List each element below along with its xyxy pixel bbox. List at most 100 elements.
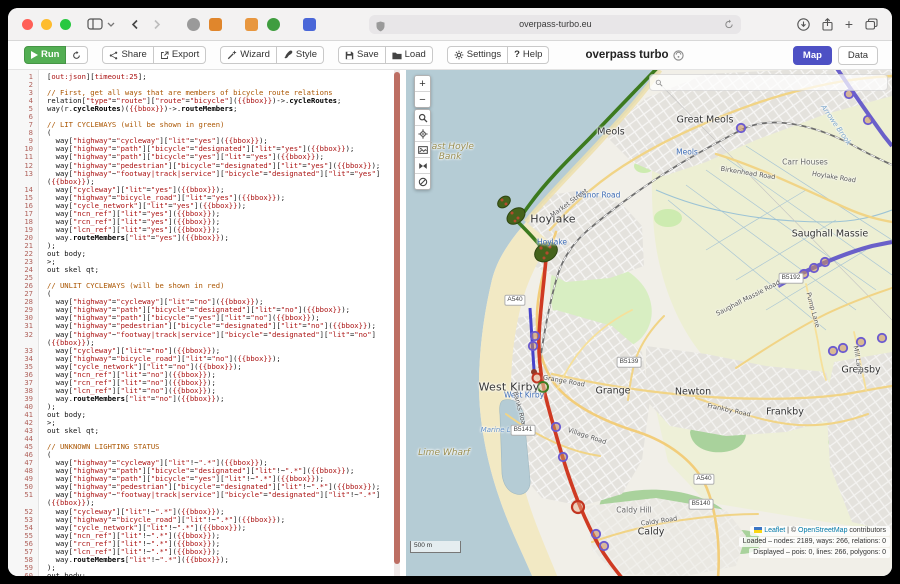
reload-icon[interactable] [724,19,734,33]
url-text: overpass-turbo.eu [519,19,592,29]
code-line[interactable]: 13 way["highway"~"footway|track|service"… [8,170,400,186]
line-number: 53 [8,516,38,524]
line-number: 24 [8,266,38,274]
minimize-window-button[interactable] [41,19,52,30]
code-line[interactable]: 45// UNKNOWN LIGHTING STATUS [8,443,400,451]
floppy-icon [345,51,354,60]
map-canvas[interactable]: East Hoyle BankLime WharfMarine LakeMeol… [406,70,892,576]
fullscreen-window-button[interactable] [60,19,71,30]
code-line[interactable]: 32 way["highway"~"footway|track|service"… [8,331,400,347]
code-line[interactable]: 1[out:json][timeout:25]; [8,73,400,81]
line-number: 15 [8,194,38,202]
style-button[interactable]: Style [277,46,324,64]
load-button[interactable]: Load [386,46,433,64]
address-bar[interactable]: overpass-turbo.eu [369,15,741,34]
share-icon[interactable] [822,18,833,31]
play-icon [31,51,38,59]
zoom-in-button[interactable]: + [415,76,430,92]
line-number: 2 [8,81,38,89]
code-line[interactable]: 5way(r.cycleRoutes)({{bbox}})->.routeMem… [8,105,400,113]
line-number: 41 [8,411,38,419]
data-tab[interactable]: Data [838,46,878,65]
editor-scrollbar-thumb[interactable] [394,72,400,564]
line-number: 19 [8,226,38,234]
code-line[interactable]: 39 way.routeMembers["lit"="no"]({{bbox}}… [8,395,400,403]
share-button[interactable]: Share [102,46,153,64]
run-button[interactable]: Run [24,46,66,64]
line-number: 50 [8,483,38,491]
line-number: 16 [8,202,38,210]
code-line[interactable]: 43out skel qt; [8,427,400,435]
code-line[interactable]: 22out body; [8,250,400,258]
line-number: 46 [8,451,38,459]
zoom-out-button[interactable]: − [415,92,430,107]
line-number: 1 [8,73,38,81]
export-image-button[interactable] [415,142,430,158]
line-number: 14 [8,186,38,194]
scale-bar: 500 m [410,541,461,553]
zoom-to-data-button[interactable] [415,158,430,174]
help-button[interactable]: ? Help [508,46,549,64]
save-button[interactable]: Save [338,46,386,64]
settings-button[interactable]: Settings [447,46,508,64]
abort-button[interactable] [415,174,430,189]
extension-icon[interactable] [245,18,258,31]
magic-wand-icon [227,50,237,60]
osm-link[interactable]: OpenStreetMap [798,527,847,534]
privacy-shield-icon[interactable] [376,19,385,37]
search-icon [655,79,663,87]
code-line[interactable]: 58 way.routeMembers["lit"!~".*"]({{bbox}… [8,556,400,564]
query-editor[interactable]: 1[out:json][timeout:25];23// First, get … [8,70,400,576]
chevron-down-icon[interactable] [107,22,115,27]
back-button[interactable] [131,19,139,30]
line-number: 55 [8,532,38,540]
extension-icon[interactable] [209,18,222,31]
line-number: 48 [8,467,38,475]
code-line[interactable]: 41out body; [8,411,400,419]
question-icon: ? [514,50,520,60]
map-tools-control [414,109,431,190]
wizard-button[interactable]: Wizard [220,46,277,64]
line-number: 47 [8,459,38,467]
map-search-input[interactable] [649,74,888,91]
leaflet-link[interactable]: Leaflet [764,527,785,534]
export-button[interactable]: Export [154,46,206,64]
bowtie-icon [418,161,428,171]
line-number: 11 [8,153,38,161]
extension-icon[interactable] [303,18,316,31]
extension-icon[interactable] [187,18,200,31]
line-number: 18 [8,218,38,226]
extension-icon[interactable] [267,18,280,31]
zoom-control: + − [414,75,431,108]
line-number: 9 [8,137,38,145]
rerun-button[interactable] [66,46,88,64]
line-number: 42 [8,419,38,427]
downloads-icon[interactable] [797,18,810,31]
tab-overview-icon[interactable] [865,18,878,30]
geolocate-button[interactable] [415,126,430,142]
code-line[interactable]: 24out skel qt; [8,266,400,274]
code-line[interactable]: 51 way["highway"~"footway|track|service"… [8,491,400,507]
line-number: 43 [8,427,38,435]
close-window-button[interactable] [22,19,33,30]
line-number: 28 [8,298,38,306]
ukraine-flag-icon [754,527,762,533]
code-line[interactable]: 20 way.routeMembers["lit"="yes"]({{bbox}… [8,234,400,242]
code-line[interactable]: 26// UNLIT CYCLEWAYS (will be shown in r… [8,282,400,290]
line-number: 40 [8,403,38,411]
line-number: 20 [8,234,38,242]
search-button[interactable] [415,110,430,126]
line-number: 12 [8,162,38,170]
line-number: 49 [8,475,38,483]
map-tab[interactable]: Map [793,46,832,65]
sidebar-toggle-icon[interactable] [87,18,103,30]
editor-scrollbar[interactable] [394,70,400,576]
line-number: 30 [8,314,38,322]
line-number: 56 [8,540,38,548]
code-line[interactable]: 60out body; [8,572,400,576]
map-attribution: Leaflet | © OpenStreetMap contributors L… [739,525,890,558]
code-line[interactable]: 7// LIT CYCLEWAYS (will be shown in gree… [8,121,400,129]
new-tab-icon[interactable]: + [845,16,853,32]
refresh-icon [72,51,81,60]
forward-button[interactable] [153,19,161,30]
